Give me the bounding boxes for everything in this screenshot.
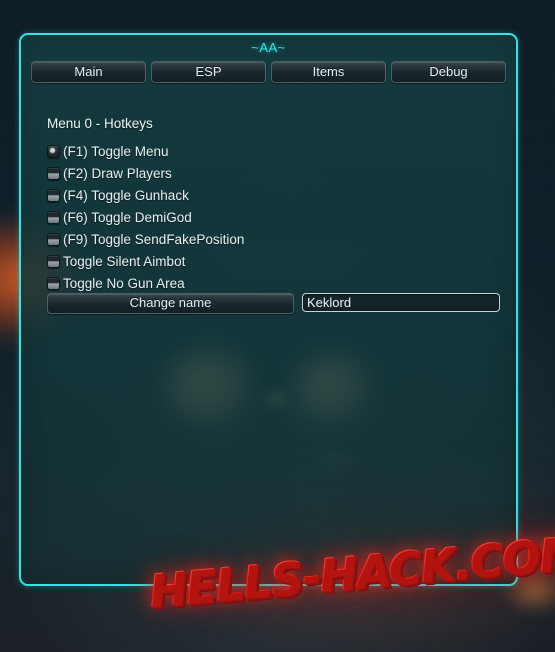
hotkey-row-toggle-menu[interactable]: (F1) Toggle Menu (47, 140, 500, 162)
checkbox-unchecked-icon[interactable] (47, 166, 60, 180)
hotkey-row-toggle-demigod[interactable]: (F6) Toggle DemiGod (47, 206, 500, 228)
checkbox-unchecked-icon[interactable] (47, 188, 60, 202)
tab-debug[interactable]: Debug (391, 61, 506, 83)
cheat-menu-panel: ~AA~ Main ESP Items Debug Menu 0 - Hotke… (19, 33, 518, 586)
hotkey-label: (F6) Toggle DemiGod (63, 209, 192, 225)
change-name-button[interactable]: Change name (47, 293, 294, 314)
panel-title: ~AA~ (251, 40, 286, 55)
hotkey-label: (F2) Draw Players (63, 165, 172, 181)
name-input[interactable] (302, 293, 500, 312)
hotkey-label: Toggle Silent Aimbot (63, 253, 186, 269)
hotkey-row-silent-aimbot[interactable]: Toggle Silent Aimbot (47, 250, 500, 272)
hotkey-label: (F9) Toggle SendFakePosition (63, 231, 245, 247)
hotkey-row-toggle-gunhack[interactable]: (F4) Toggle Gunhack (47, 184, 500, 206)
checkbox-unchecked-icon[interactable] (47, 210, 60, 224)
tab-main[interactable]: Main (31, 61, 146, 83)
checkbox-unchecked-icon[interactable] (47, 232, 60, 246)
tab-items[interactable]: Items (271, 61, 386, 83)
checkbox-checked-icon[interactable] (47, 144, 60, 158)
section-heading: Menu 0 - Hotkeys (47, 116, 153, 131)
action-row: Change name (47, 293, 500, 314)
hotkey-row-no-gun-area[interactable]: Toggle No Gun Area (47, 272, 500, 294)
hotkey-label: (F1) Toggle Menu (63, 143, 169, 159)
tab-bar: Main ESP Items Debug (31, 61, 506, 83)
hotkey-label: (F4) Toggle Gunhack (63, 187, 189, 203)
checkbox-unchecked-icon[interactable] (47, 276, 60, 290)
hotkey-label: Toggle No Gun Area (63, 275, 185, 291)
tab-esp[interactable]: ESP (151, 61, 266, 83)
screenshot-root: ~AA~ Main ESP Items Debug Menu 0 - Hotke… (0, 0, 555, 652)
checkbox-unchecked-icon[interactable] (47, 254, 60, 268)
hotkey-list: (F1) Toggle Menu (F2) Draw Players (F4) … (47, 140, 500, 294)
hotkey-row-draw-players[interactable]: (F2) Draw Players (47, 162, 500, 184)
hotkey-row-send-fake-position[interactable]: (F9) Toggle SendFakePosition (47, 228, 500, 250)
